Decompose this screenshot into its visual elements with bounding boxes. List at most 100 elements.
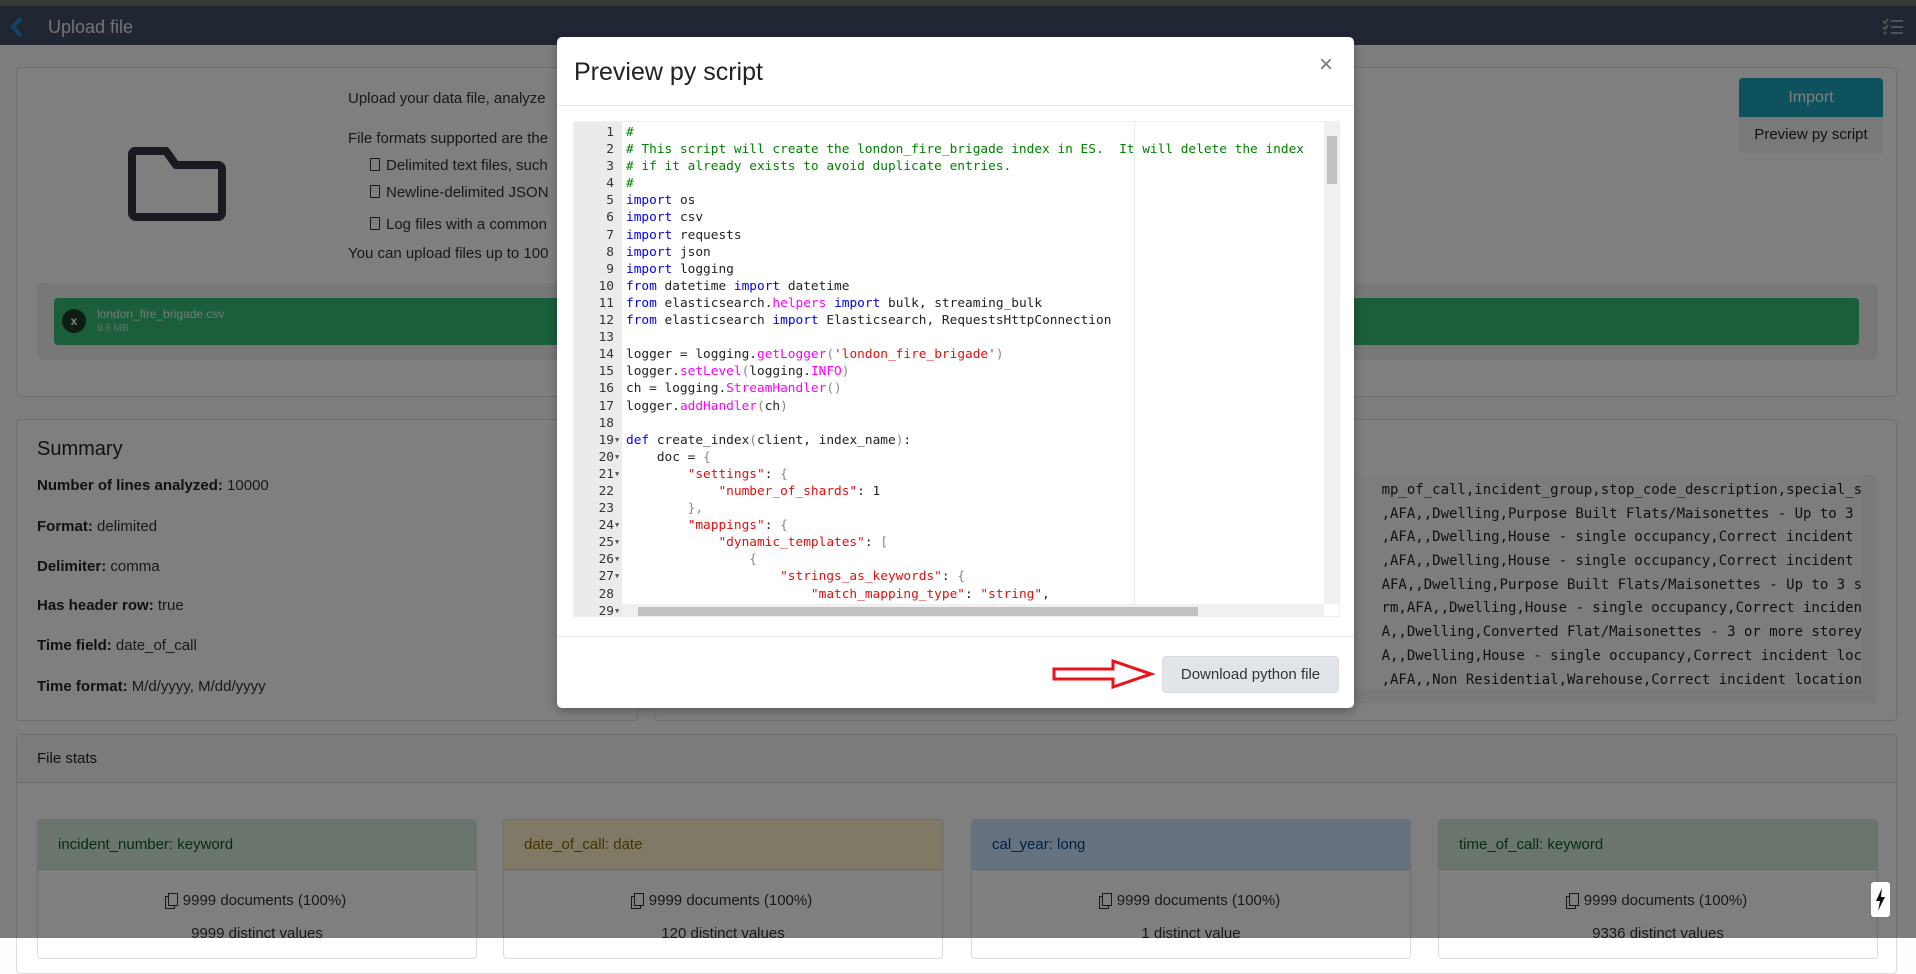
code-line: 18 (574, 415, 1339, 432)
line-number: 27 (598, 569, 614, 585)
code-text: import logging (626, 261, 734, 278)
fold-arrow-icon[interactable]: ▼ (615, 449, 619, 466)
code-token: "number_of_shards" (718, 483, 858, 499)
code-text: "match_mapping_type": "string", (626, 586, 1050, 603)
vertical-scrollbar[interactable] (1324, 122, 1339, 604)
line-number: 1 (606, 125, 614, 140)
code-token: logger = logging. (626, 347, 757, 363)
code-token: logging. (749, 364, 811, 380)
code-token: addHandler (679, 398, 757, 414)
code-text: def create_index(client, index_name): (626, 432, 911, 449)
code-token: logger. (626, 364, 680, 380)
code-token: def (626, 432, 650, 448)
line-number: 12 (598, 313, 614, 329)
code-line: 20 ▼ doc = { (574, 449, 1339, 466)
lightning-icon[interactable] (1871, 882, 1890, 917)
code-token: client, index_name (757, 432, 896, 448)
code-token: 'london_fire_brigade' (834, 347, 996, 363)
download-python-file-button[interactable]: Download python file (1162, 656, 1339, 693)
fold-arrow-icon[interactable]: ▼ (615, 568, 619, 585)
code-token: import (626, 244, 673, 260)
fold-arrow-icon[interactable]: ▼ (615, 534, 619, 551)
code-line: 1 # (574, 124, 1339, 141)
close-icon[interactable]: × (1319, 51, 1333, 79)
line-number: 19 (598, 432, 614, 448)
code-token: logging (672, 261, 734, 277)
code-token: : 1 (857, 483, 881, 499)
line-number: 16 (598, 381, 614, 397)
code-token: "strings_as_keywords" (780, 569, 942, 585)
code-line: 24 ▼ "mappings": { (574, 517, 1339, 534)
code-text: ch = logging.StreamHandler() (626, 380, 842, 397)
scrollbar-thumb[interactable] (638, 607, 1198, 616)
line-number: 9 (606, 261, 614, 277)
code-token: import (733, 278, 781, 294)
code-token: ) (780, 398, 788, 414)
fold-arrow-icon[interactable]: ▼ (615, 432, 619, 449)
code-line: 26 ▼ { (574, 551, 1339, 568)
code-text: # if it already exists to avoid duplicat… (626, 158, 1011, 175)
code-text: "strings_as_keywords": { (626, 568, 965, 585)
code-editor[interactable]: 1 #2 # This script will create the london_… (573, 121, 1340, 617)
code-token: ( (749, 432, 758, 448)
scrollbar-thumb[interactable] (1327, 136, 1337, 184)
code-line: 8 import json (574, 244, 1339, 261)
code-token: bulk, streaming_bulk (880, 295, 1043, 311)
code-text: }, (626, 500, 703, 517)
code-token: setLevel (679, 364, 742, 380)
code-token: "dynamic_templates" (718, 535, 865, 551)
code-line: 19 ▼ def create_index(client, index_name): (574, 432, 1339, 449)
preview-script-modal: Preview py script × 1 #2 # This script wil… (557, 37, 1354, 708)
code-line: 15 logger.setLevel(logging.INFO) (574, 363, 1339, 380)
code-text: "settings": { (626, 466, 788, 483)
code-line: 23 }, (574, 500, 1339, 517)
code-token: "settings" (687, 466, 765, 482)
code-token: from (626, 278, 657, 294)
code-line: 6 import csv (574, 209, 1339, 226)
code-token: # if it already exists to avoid duplicat… (626, 159, 1012, 175)
fold-arrow-icon[interactable]: ▼ (615, 603, 619, 616)
line-number: 18 (598, 415, 614, 431)
code-token: { (703, 449, 711, 465)
code-line: 17 logger.addHandler(ch) (574, 398, 1339, 415)
code-text: import json (626, 244, 711, 261)
code-token: ) (841, 364, 850, 380)
code-token: doc = (626, 449, 704, 465)
line-number: 15 (598, 364, 614, 380)
line-number: 3 (606, 159, 614, 175)
line-number: 5 (606, 193, 614, 209)
code-token: create_index (649, 432, 750, 448)
code-line: 25 ▼ "dynamic_templates": [ (574, 534, 1339, 551)
code-token: logger. (626, 398, 680, 414)
line-number: 11 (598, 295, 614, 311)
code-token: ) (995, 347, 1004, 363)
fold-arrow-icon[interactable]: ▼ (615, 517, 619, 534)
code-line: 4 # (574, 175, 1339, 192)
code-token: , (1042, 586, 1050, 602)
code-token: "mappings" (687, 518, 765, 534)
code-token: { (957, 569, 966, 585)
code-line: 10 from datetime import datetime (574, 278, 1339, 295)
fold-arrow-icon[interactable]: ▼ (615, 466, 619, 483)
code-token: import (626, 261, 673, 277)
line-number: 7 (606, 227, 614, 243)
code-token: from (626, 295, 657, 311)
line-number: 8 (606, 244, 614, 260)
code-text: logger = logging.getLogger('london_fire_… (626, 346, 1004, 363)
fold-arrow-icon[interactable]: ▼ (615, 551, 619, 568)
line-number: 4 (606, 176, 614, 192)
arrow-annotation-icon (1052, 659, 1155, 689)
code-token: StreamHandler (726, 381, 827, 397)
code-lines: 1 #2 # This script will create the london_… (574, 124, 1339, 616)
code-token: : (941, 569, 958, 585)
code-line: 9 import logging (574, 261, 1339, 278)
line-number: 25 (598, 535, 614, 551)
line-number: 13 (598, 330, 614, 346)
code-line: 16 ch = logging.StreamHandler() (574, 380, 1339, 397)
code-token: import (772, 313, 819, 329)
code-line: 2 # This script will create the london_fi… (574, 141, 1339, 158)
code-token: datetime (656, 278, 734, 294)
